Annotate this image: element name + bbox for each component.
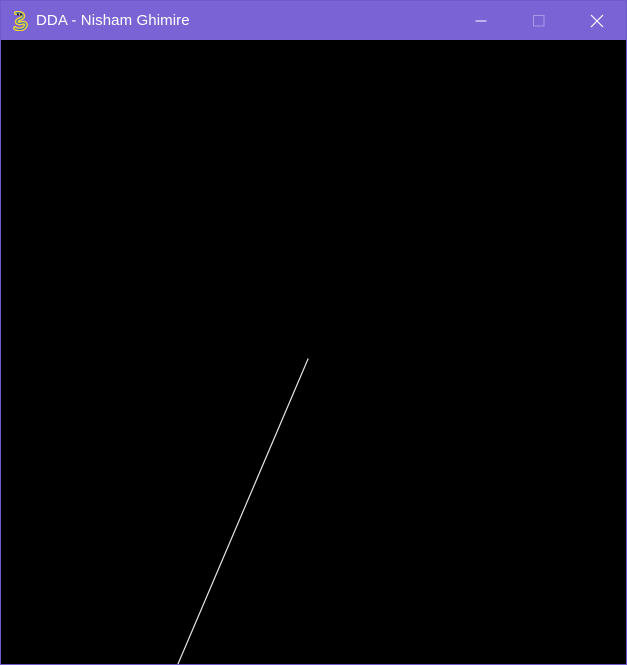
- close-button[interactable]: [568, 1, 626, 40]
- maximize-icon: [533, 14, 545, 26]
- minimize-button[interactable]: [452, 1, 510, 40]
- dda-line: [177, 358, 309, 664]
- pygame-snake-icon: [10, 10, 30, 31]
- close-icon: [590, 14, 604, 27]
- canvas-surface: [177, 358, 309, 664]
- title-bar[interactable]: DDA - Nisham Ghimire: [1, 1, 626, 40]
- window-title: DDA - Nisham Ghimire: [36, 12, 190, 29]
- drawing-canvas[interactable]: [1, 40, 626, 664]
- window-controls: [452, 1, 626, 40]
- maximize-button[interactable]: [510, 1, 568, 40]
- minimize-icon: [475, 20, 487, 21]
- app-window: DDA - Nisham Ghimire: [0, 0, 627, 665]
